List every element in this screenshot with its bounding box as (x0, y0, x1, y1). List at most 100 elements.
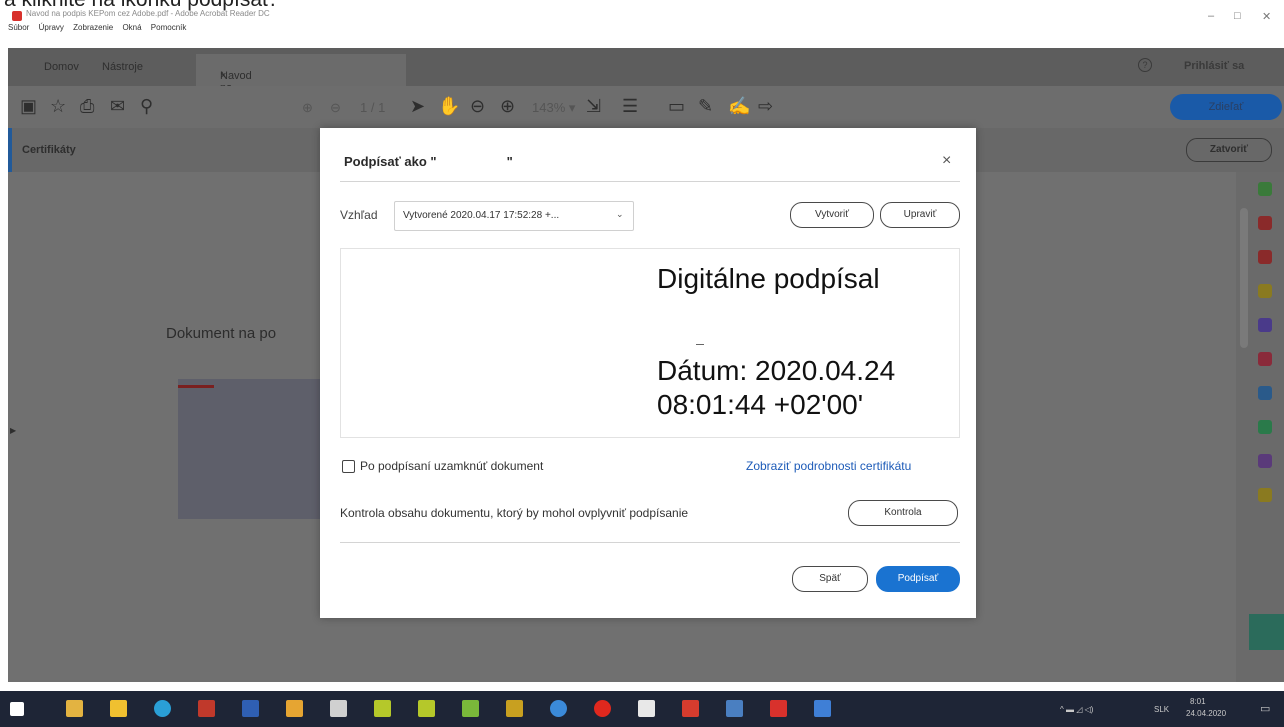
tab-close-icon[interactable]: × (220, 70, 226, 82)
page-number[interactable]: 1 / 1 (360, 100, 385, 115)
sign-as-dialog: Podpísať ako " " × Vzhľad Vytvorené 2020.… (320, 128, 976, 618)
tab-document[interactable]: Navod na podpis K... × (196, 54, 406, 118)
share-button[interactable]: Zdieľať (1170, 94, 1282, 120)
send-sign-icon[interactable] (1258, 454, 1272, 468)
bookmark-icon[interactable]: ☆ (50, 96, 66, 117)
certificates-tool-active[interactable] (1249, 614, 1284, 650)
document-check-text: Kontrola obsahu dokumentu, ktorý by moho… (340, 506, 689, 520)
document-app-icon[interactable] (638, 700, 655, 717)
instruction-caption: a kliknite na ikonku podpísať. (4, 0, 276, 12)
acrobat-taskbar-icon[interactable] (770, 700, 787, 717)
calculator-icon[interactable] (330, 700, 347, 717)
page-down-icon[interactable]: ⊖ (330, 100, 341, 116)
word-icon[interactable] (814, 700, 831, 717)
signature-line-2: Dátum: 2020.04.24 (657, 355, 896, 386)
page-up-icon[interactable]: ⊕ (302, 100, 313, 116)
menu-bar: Súbor Úpravy Zobrazenie Okná Pomocník (8, 23, 193, 32)
save-icon[interactable]: ▣ (20, 96, 37, 117)
maximize-button[interactable]: □ (1234, 10, 1241, 22)
certificates-label: Certifikáty (22, 144, 76, 156)
sign-icon[interactable]: ✍ (728, 96, 750, 117)
app-icon-4[interactable] (506, 700, 523, 717)
app-icon-3[interactable] (462, 700, 479, 717)
dialog-top-separator (340, 181, 960, 182)
combine-files-icon[interactable] (1258, 318, 1272, 332)
create-pdf-icon[interactable] (1258, 182, 1272, 196)
signin-link[interactable]: Prihlásiť sa (1184, 60, 1244, 72)
vertical-scrollbar[interactable] (1240, 208, 1248, 348)
zoom-in-icon[interactable]: ⊕ (500, 96, 515, 117)
fill-sign-icon[interactable] (1258, 352, 1272, 366)
menu-view[interactable]: Zobrazenie (73, 23, 113, 32)
zoom-select[interactable]: 143% ▾ (532, 100, 575, 116)
file-explorer-icon[interactable] (110, 700, 127, 717)
zoom-out-icon[interactable]: ⊖ (470, 96, 485, 117)
comment-icon[interactable]: ▭ (668, 96, 685, 117)
sign-button[interactable]: Podpísať (876, 566, 960, 592)
signature-line-1: Digitálne podpísal (657, 263, 880, 294)
comment-tool-icon[interactable] (1258, 284, 1272, 298)
document-text: Dokument na po (166, 325, 277, 342)
menu-file[interactable]: Súbor (8, 23, 29, 32)
menu-edit[interactable]: Úpravy (39, 23, 64, 32)
fit-page-icon[interactable]: ⇲ (586, 96, 601, 117)
appearance-select[interactable]: Vytvorené 2020.04.17 17:52:28 +... ⌄ (394, 201, 634, 231)
email-icon[interactable]: ✉ (110, 96, 125, 117)
signature-name-placeholder (696, 344, 704, 345)
search-icon[interactable]: ⚲ (140, 96, 153, 117)
app-icon-5[interactable] (682, 700, 699, 717)
edit-button[interactable]: Upraviť (880, 202, 960, 228)
menu-window[interactable]: Okná (122, 23, 141, 32)
protect-icon[interactable] (1258, 386, 1272, 400)
stamp-icon[interactable] (1258, 488, 1272, 502)
app-icon-2[interactable] (418, 700, 435, 717)
language-indicator[interactable]: SLK (1154, 705, 1169, 714)
organize-pages-icon[interactable] (1258, 420, 1272, 434)
notes-icon[interactable] (286, 700, 303, 717)
scroll-mode-icon[interactable]: ☰ (622, 96, 638, 117)
opera-icon[interactable] (594, 700, 611, 717)
tab-home[interactable]: Domov (44, 61, 79, 73)
document-red-mark (178, 385, 214, 388)
tab-tools[interactable]: Nástroje (102, 61, 143, 73)
tab-row: Domov Nástroje Navod na podpis K... × ? … (8, 48, 1284, 118)
chrome-icon[interactable] (550, 700, 567, 717)
dialog-close-icon[interactable]: × (942, 152, 951, 170)
acrobat-icon (12, 11, 22, 21)
appearance-select-value: Vytvorené 2020.04.17 17:52:28 +... (403, 210, 560, 221)
main-toolbar: ▣ ☆ ⎙ ✉ ⚲ ⊕ ⊖ 1 / 1 ➤ ✋ ⊖ ⊕ 143% ▾ ⇲ ☰ ▭… (8, 86, 1284, 128)
check-button[interactable]: Kontrola (848, 500, 958, 526)
edit-pdf-icon[interactable] (1258, 250, 1272, 264)
store-icon[interactable] (66, 700, 83, 717)
signature-line-3: 08:01:44 +02'00' (657, 389, 864, 420)
print-icon[interactable]: ⎙ (80, 96, 94, 117)
help-icon[interactable]: ? (1138, 58, 1152, 72)
chevron-down-icon: ⌄ (616, 209, 624, 219)
menu-help[interactable]: Pomocník (151, 23, 187, 32)
app-icon-1[interactable] (374, 700, 391, 717)
share-arrow-icon[interactable]: ⇨ (758, 96, 773, 117)
windows-taskbar: ^ ▬ ◿ ◁) SLK 8:01 24.04.2020 ▭ (0, 691, 1284, 727)
start-icon[interactable] (10, 702, 24, 716)
app-icon-6[interactable] (726, 700, 743, 717)
certificate-details-link[interactable]: Zobraziť podrobnosti certifikátu (746, 459, 911, 473)
pointer-icon[interactable]: ➤ (410, 96, 425, 117)
close-tool-button[interactable]: Zatvoriť (1186, 138, 1272, 162)
back-button[interactable]: Späť (792, 566, 868, 592)
skype-icon[interactable] (154, 700, 171, 717)
minimize-button[interactable]: – (1208, 10, 1214, 22)
clock-date[interactable]: 24.04.2020 (1186, 709, 1226, 718)
notification-icon[interactable]: ▭ (1260, 702, 1270, 715)
signature-preview: Digitálne podpísal Dátum: 2020.04.24 08:… (340, 248, 960, 438)
create-button[interactable]: Vytvoriť (790, 202, 874, 228)
window-close-button[interactable]: ✕ (1262, 10, 1271, 23)
clock-time[interactable]: 8:01 (1190, 697, 1206, 706)
left-panel-toggle-icon[interactable]: ▶ (10, 426, 16, 435)
hand-icon[interactable]: ✋ (438, 96, 460, 117)
paint-icon[interactable] (198, 700, 215, 717)
highlight-icon[interactable]: ✎ (698, 96, 713, 117)
save-app-icon[interactable] (242, 700, 259, 717)
export-pdf-icon[interactable] (1258, 216, 1272, 230)
lock-document-checkbox[interactable] (342, 460, 355, 473)
tray-icons[interactable]: ^ ▬ ◿ ◁) (1060, 705, 1093, 714)
